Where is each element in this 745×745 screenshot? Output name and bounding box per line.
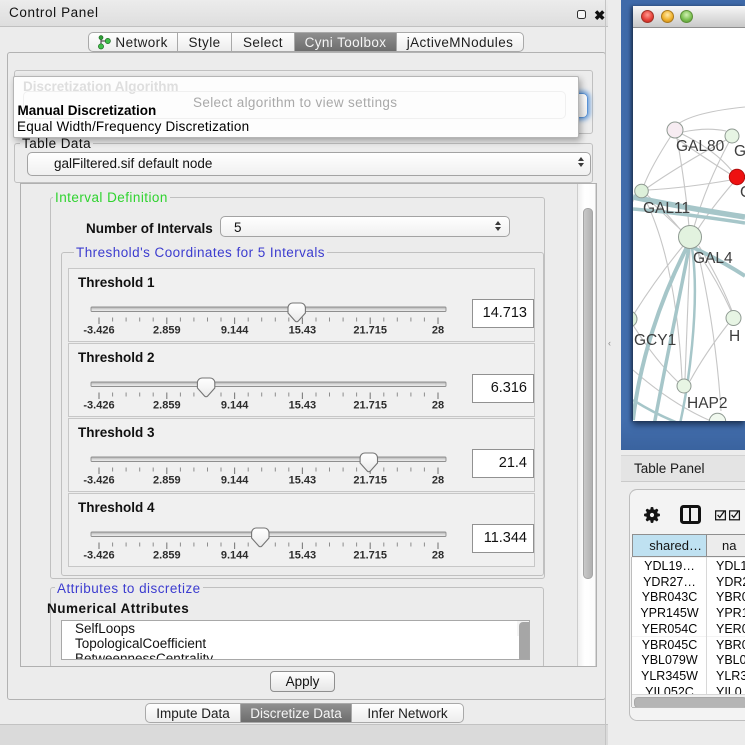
svg-text:GCY1: GCY1 — [634, 332, 676, 349]
svg-text:9.144: 9.144 — [221, 400, 249, 412]
svg-text:21.715: 21.715 — [353, 400, 387, 412]
svg-text:15.43: 15.43 — [289, 325, 317, 337]
svg-text:GAL80: GAL80 — [676, 138, 725, 155]
svg-text:9.144: 9.144 — [221, 475, 249, 487]
svg-text:2.859: 2.859 — [153, 400, 181, 412]
svg-text:GA: GA — [734, 143, 745, 160]
svg-text:21.715: 21.715 — [353, 550, 387, 562]
svg-text:-3.426: -3.426 — [83, 550, 114, 562]
svg-text:H: H — [729, 328, 740, 345]
svg-text:21.715: 21.715 — [353, 325, 387, 337]
svg-text:21.715: 21.715 — [353, 475, 387, 487]
svg-text:15.43: 15.43 — [289, 550, 317, 562]
svg-text:28: 28 — [432, 400, 444, 412]
svg-text:9.144: 9.144 — [221, 550, 249, 562]
svg-text:GAL4: GAL4 — [693, 250, 733, 267]
svg-text:2.859: 2.859 — [153, 475, 181, 487]
svg-text:CY: CY — [740, 184, 745, 201]
svg-text:28: 28 — [432, 550, 444, 562]
svg-text:2.859: 2.859 — [153, 550, 181, 562]
svg-text:-3.426: -3.426 — [83, 400, 114, 412]
svg-text:HAP2: HAP2 — [687, 395, 728, 412]
svg-text:15.43: 15.43 — [289, 400, 317, 412]
svg-text:2.859: 2.859 — [153, 325, 181, 337]
svg-text:15.43: 15.43 — [289, 475, 317, 487]
svg-text:28: 28 — [432, 325, 444, 337]
svg-text:GAL11: GAL11 — [643, 200, 690, 217]
svg-text:-3.426: -3.426 — [83, 475, 114, 487]
svg-text:28: 28 — [432, 475, 444, 487]
svg-text:9.144: 9.144 — [221, 325, 249, 337]
svg-text:-3.426: -3.426 — [83, 325, 114, 337]
